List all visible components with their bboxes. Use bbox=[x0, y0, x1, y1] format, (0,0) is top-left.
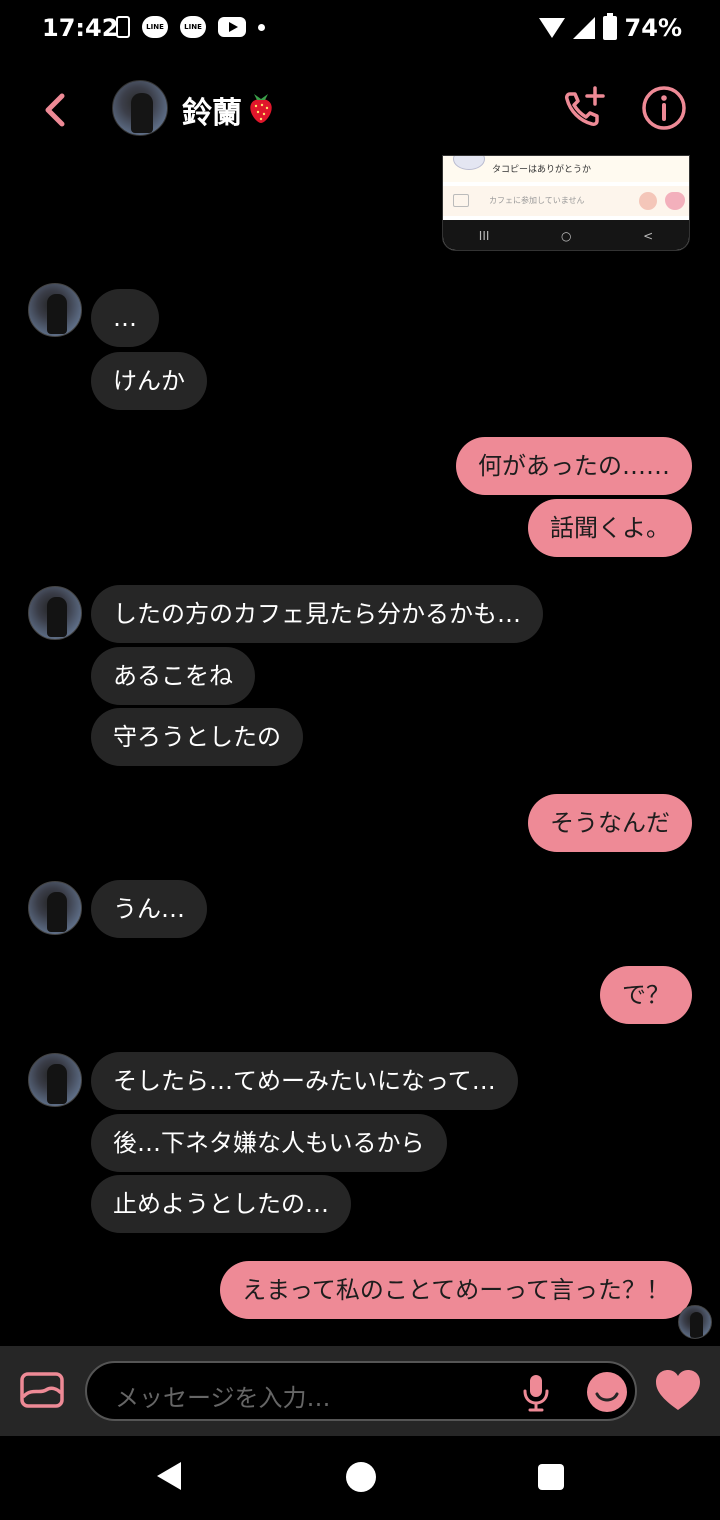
chat-header: 鈴蘭 bbox=[0, 70, 720, 150]
notification-icons: LINE LINE bbox=[116, 16, 265, 38]
screenshot-nav-back: < bbox=[643, 229, 654, 243]
status-time: 17:42 bbox=[42, 14, 119, 42]
sender-avatar[interactable] bbox=[28, 881, 82, 935]
message-bubble-outgoing[interactable]: 何があったの…… bbox=[456, 437, 692, 495]
shared-screenshot[interactable]: タコピーはありがとうか カフェに参加していません III ○ < bbox=[442, 155, 690, 251]
message-bubble-incoming[interactable]: 止めようとしたの… bbox=[91, 1175, 351, 1233]
message-bubble-outgoing[interactable]: 話聞くよ。 bbox=[528, 499, 692, 557]
screenshot-text: タコピーはありがとうか bbox=[492, 165, 592, 175]
system-icons: 74% bbox=[538, 13, 682, 42]
status-bar: 17:42 LINE LINE 74% bbox=[0, 0, 720, 62]
nav-home-icon[interactable] bbox=[346, 1462, 376, 1492]
screenshot-nav-bar: III ○ < bbox=[443, 220, 689, 250]
screenshot-nav-recents: III bbox=[478, 229, 490, 243]
message-placeholder: メッセージを入力… bbox=[115, 1384, 331, 1412]
image-icon bbox=[453, 194, 469, 207]
message-input-bar: メッセージを入力… bbox=[0, 1346, 720, 1436]
call-add-icon[interactable] bbox=[560, 84, 608, 132]
message-bubble-outgoing[interactable]: で？ bbox=[600, 966, 692, 1024]
message-bubble-incoming[interactable]: … bbox=[91, 289, 159, 347]
message-bubble-incoming[interactable]: あるこをね bbox=[91, 647, 255, 705]
strawberry-icon bbox=[250, 94, 272, 123]
heart-icon[interactable] bbox=[654, 1368, 702, 1412]
youtube-icon bbox=[218, 17, 246, 37]
gallery-icon[interactable] bbox=[20, 1372, 64, 1408]
line-app-icon: LINE bbox=[142, 16, 168, 38]
sender-avatar[interactable] bbox=[28, 283, 82, 337]
contact-avatar[interactable] bbox=[112, 80, 168, 136]
emoji-icon-small bbox=[639, 192, 657, 210]
sender-avatar[interactable] bbox=[28, 1053, 82, 1107]
battery-percent: 74% bbox=[624, 14, 682, 42]
screenshot-nav-home: ○ bbox=[561, 229, 572, 243]
message-input[interactable]: メッセージを入力… bbox=[85, 1361, 637, 1421]
character-face-icon bbox=[453, 156, 485, 170]
sender-avatar[interactable] bbox=[28, 586, 82, 640]
heart-icon-small bbox=[665, 192, 685, 210]
mic-icon[interactable] bbox=[521, 1373, 551, 1413]
info-icon[interactable] bbox=[640, 84, 688, 132]
screenshot-placeholder-text: カフェに参加していません bbox=[489, 196, 585, 205]
wifi-icon bbox=[538, 18, 565, 38]
message-bubble-incoming[interactable]: そしたら…てめーみたいになって… bbox=[91, 1052, 518, 1110]
line-app-icon-2: LINE bbox=[180, 16, 206, 38]
sim-icon bbox=[116, 16, 130, 38]
message-bubble-incoming[interactable]: 後…下ネタ嫌な人もいるから bbox=[91, 1114, 447, 1172]
message-bubble-incoming[interactable]: 守ろうとしたの bbox=[91, 708, 303, 766]
read-receipt-avatar bbox=[678, 1305, 712, 1339]
signal-icon bbox=[572, 17, 595, 39]
battery-icon bbox=[602, 13, 617, 40]
screenshot-input-row: カフェに参加していません bbox=[443, 186, 689, 216]
message-bubble-outgoing[interactable]: そうなんだ bbox=[528, 794, 692, 852]
back-icon[interactable] bbox=[40, 90, 70, 130]
contact-name[interactable]: 鈴蘭 bbox=[182, 88, 242, 132]
screenshot-row: タコピーはありがとうか bbox=[443, 156, 689, 182]
nav-back-icon[interactable] bbox=[155, 1460, 183, 1492]
message-bubble-outgoing[interactable]: えまって私のことてめーって言った？！ bbox=[220, 1261, 692, 1319]
message-bubble-incoming[interactable]: うん… bbox=[91, 880, 207, 938]
more-notifications-dot-icon bbox=[258, 23, 265, 31]
system-nav-bar bbox=[0, 1436, 720, 1520]
message-bubble-incoming[interactable]: けんか bbox=[91, 352, 207, 410]
message-bubble-incoming[interactable]: したの方のカフェ見たら分かるかも… bbox=[91, 585, 543, 643]
nav-recents-icon[interactable] bbox=[538, 1464, 564, 1490]
emoji-icon[interactable] bbox=[585, 1370, 629, 1414]
